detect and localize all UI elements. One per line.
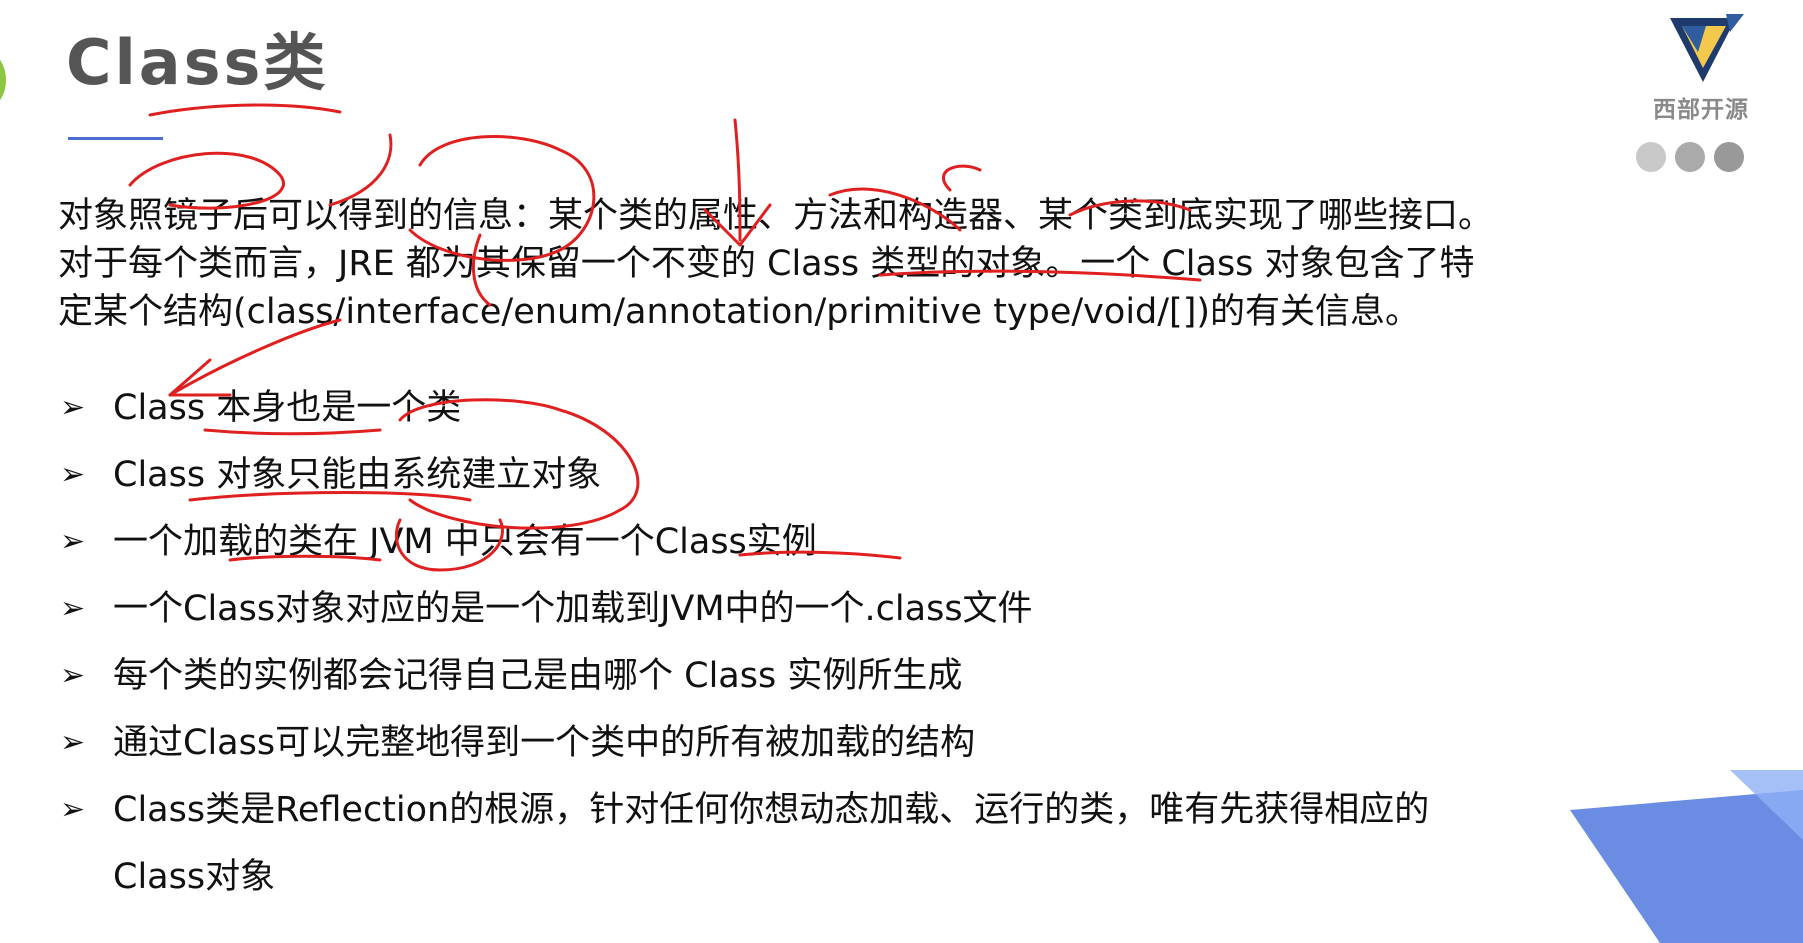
bullet-item: ➢ 一个Class对象对应的是一个加载到JVM中的一个.class文件: [60, 585, 1700, 652]
paragraph-line: 对于每个类而言，JRE 都为其保留一个不变的 Class 类型的对象。一个 Cl…: [58, 244, 1475, 284]
arrow-bullet-icon: ➢: [60, 390, 86, 425]
bullet-item: ➢ Class 本身也是一个类: [60, 384, 1700, 451]
arrow-bullet-icon: ➢: [60, 725, 86, 760]
bullet-item: ➢ Class 对象只能由系统建立对象: [60, 451, 1700, 518]
nav-dot[interactable]: [1714, 142, 1744, 172]
bullet-text: Class 对象只能由系统建立对象: [113, 455, 602, 495]
bullet-text: Class 本身也是一个类: [113, 388, 462, 428]
arrow-bullet-icon: ➢: [60, 524, 86, 559]
logo-text: 西部开源: [1653, 97, 1749, 123]
bullet-text: 一个加载的类在 JVM 中只会有一个Class实例: [113, 522, 817, 562]
bullet-text: 每个类的实例都会记得自己是由哪个 Class 实例所生成: [113, 656, 963, 696]
bullet-text: 通过Class可以完整地得到一个类中的所有被加载的结构: [113, 723, 976, 763]
slide-nav-dots: [1636, 142, 1744, 172]
slide-title: Class类: [66, 26, 329, 99]
paragraph-line: 对象照镜子后可以得到的信息：某个类的属性、方法和构造器、某个类到底实现了哪些接口…: [58, 196, 1494, 236]
bullet-item: ➢ 通过Class可以完整地得到一个类中的所有被加载的结构: [60, 719, 1700, 786]
bullet-item: ➢ 一个加载的类在 JVM 中只会有一个Class实例: [60, 518, 1700, 585]
arrow-bullet-icon: ➢: [60, 591, 86, 626]
bullet-item: ➢ Class类是Reflection的根源，针对任何你想动态加载、运行的类，唯…: [60, 786, 1700, 897]
arrow-bullet-icon: ➢: [60, 457, 86, 492]
decorative-circle: [0, 50, 6, 110]
nav-dot[interactable]: [1675, 142, 1705, 172]
arrow-bullet-icon: ➢: [60, 792, 86, 827]
nav-dot[interactable]: [1636, 142, 1666, 172]
bullet-text: Class类是Reflection的根源，针对任何你想动态加载、运行的类，唯有先…: [113, 790, 1430, 830]
brand-logo: 西部开源: [1626, 12, 1776, 130]
corner-decoration: [1570, 770, 1803, 943]
arrow-bullet-icon: ➢: [60, 658, 86, 693]
bullet-text: 一个Class对象对应的是一个加载到JVM中的一个.class文件: [113, 589, 1033, 629]
bullet-list: ➢ Class 本身也是一个类 ➢ Class 对象只能由系统建立对象 ➢ 一个…: [60, 384, 1700, 897]
bullet-continuation: Class对象: [113, 857, 276, 897]
triangle-logo-icon: [1670, 14, 1744, 82]
intro-paragraph: 对象照镜子后可以得到的信息：某个类的属性、方法和构造器、某个类到底实现了哪些接口…: [58, 192, 1698, 336]
title-underline: [68, 137, 163, 140]
slide: Class类 西部开源 对象照镜子后可以得到的信息：某个类的属性、方法和构造器、…: [0, 0, 1803, 943]
bullet-item: ➢ 每个类的实例都会记得自己是由哪个 Class 实例所生成: [60, 652, 1700, 719]
paragraph-line: 定某个结构(class/interface/enum/annotation/pr…: [58, 292, 1421, 332]
